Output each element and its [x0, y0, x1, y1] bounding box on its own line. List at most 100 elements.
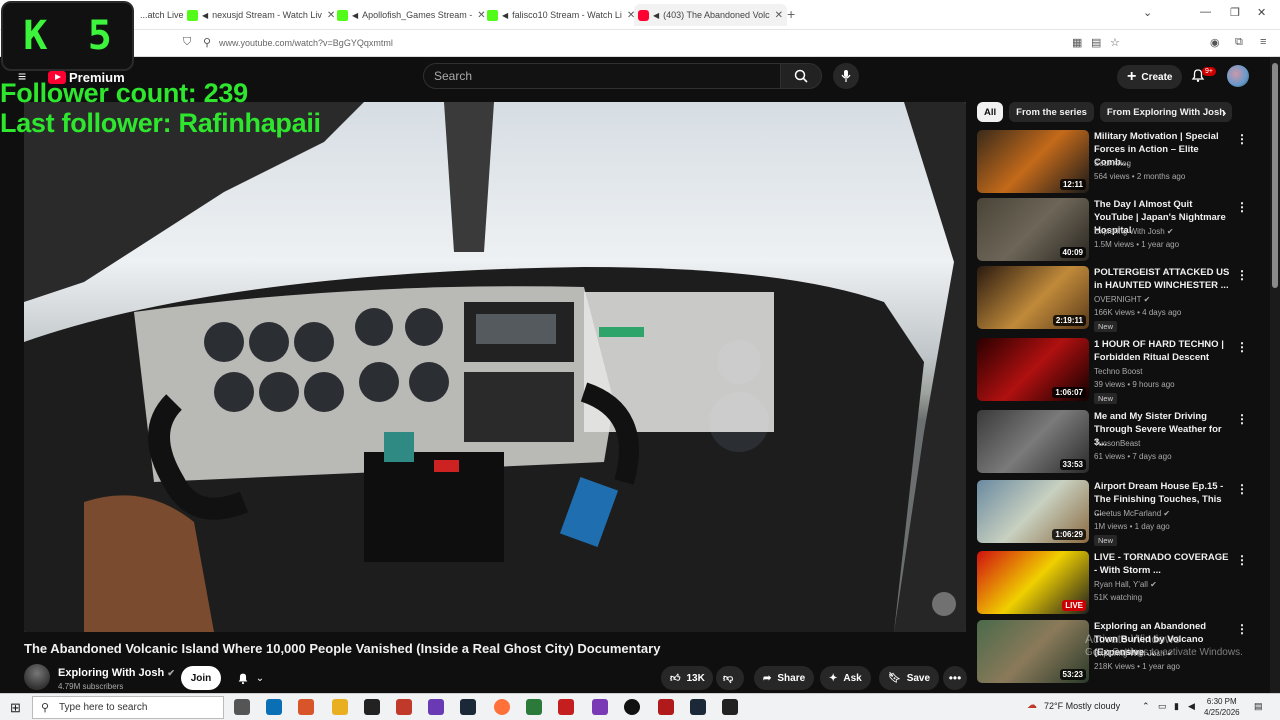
more-vertical-icon[interactable]: ⋮ — [1236, 482, 1248, 496]
browser-tab[interactable]: ◀ falisco10 Stream - Watch Li ✕ — [487, 4, 635, 26]
browser-tab[interactable]: ◀ nexusjd Stream - Watch Liv ✕ — [187, 4, 335, 26]
avatar[interactable] — [1227, 65, 1249, 87]
volume-icon[interactable]: ◀ — [1188, 701, 1195, 712]
recommendation-channel[interactable]: OVERNIGHT ✔ — [1094, 295, 1150, 304]
join-button[interactable]: Join — [181, 666, 221, 690]
chip-from-channel[interactable]: From Exploring With Josh — [1099, 102, 1233, 122]
scrollbar-thumb[interactable] — [1272, 63, 1278, 288]
recommendation-channel[interactable]: Cleetus McFarland ✔ — [1094, 509, 1170, 518]
close-tab-icon[interactable]: ✕ — [775, 10, 783, 21]
recommendation-item[interactable]: 2:19:11 POLTERGEIST ATTACKED US in HAUNTE… — [977, 266, 1248, 332]
taskbar-clock[interactable]: 6:30 PM 4/25/2026 — [1204, 696, 1240, 718]
steam-icon[interactable] — [690, 699, 706, 715]
speaker-icon[interactable]: ◀ — [502, 11, 508, 20]
chip-from-series[interactable]: From the series — [1009, 102, 1094, 122]
epic-games-icon[interactable] — [364, 699, 380, 715]
close-tab-icon[interactable]: ✕ — [477, 10, 485, 21]
video-thumbnail[interactable]: 40:09 — [977, 198, 1089, 261]
recommendation-channel[interactable]: Exploring With Josh ✔ — [1094, 227, 1174, 236]
firefox-icon[interactable] — [494, 699, 510, 715]
recommendation-item[interactable]: 1:06:29 Airport Dream House Ep.15 - The F… — [977, 480, 1248, 546]
app-icon[interactable] — [592, 699, 608, 715]
windows-start-icon[interactable]: ⊞ — [10, 700, 21, 716]
speaker-icon[interactable]: ◀ — [653, 11, 659, 20]
video-thumbnail[interactable]: 2:19:11 — [977, 266, 1089, 329]
account-icon[interactable]: ◉ — [1210, 36, 1220, 49]
app-icon[interactable] — [526, 699, 542, 715]
channel-name[interactable]: Exploring With Josh ✔ — [58, 667, 175, 679]
menu-icon[interactable]: ≡ — [1260, 36, 1266, 48]
browser-tab[interactable]: ◀ Apollofish_Games Stream - ✕ — [337, 4, 486, 26]
recommendation-item[interactable]: 1:06:07 1 HOUR OF HARD TECHNO | Forbidden… — [977, 338, 1248, 404]
file-explorer-icon[interactable] — [332, 699, 348, 715]
app-icon[interactable] — [558, 699, 574, 715]
dislike-button[interactable]: 👎︎ — [716, 666, 744, 690]
channel-watermark[interactable] — [932, 592, 956, 616]
chip-all[interactable]: All — [977, 102, 1004, 122]
recommendation-title[interactable]: POLTERGEIST ATTACKED US in HAUNTED WINCH… — [1094, 266, 1230, 292]
shield-icon[interactable]: ⛉ — [183, 36, 191, 49]
app-icon[interactable] — [298, 699, 314, 715]
channel-avatar[interactable] — [24, 664, 50, 690]
more-vertical-icon[interactable]: ⋮ — [1236, 553, 1248, 567]
steam-icon[interactable] — [460, 699, 476, 715]
close-tab-icon[interactable]: ✕ — [327, 10, 335, 21]
more-actions-button[interactable]: ••• — [943, 666, 967, 690]
obs-icon[interactable] — [624, 699, 640, 715]
extensions-puzzle-icon[interactable]: ⧉ — [1235, 36, 1243, 49]
close-window-icon[interactable]: ✕ — [1257, 6, 1266, 19]
subscription-bell-button[interactable]: ⌄ — [227, 666, 273, 690]
browser-tab-active[interactable]: ◀ (403) The Abandoned Volc ✕ — [634, 4, 787, 26]
weather-text[interactable]: 72°F Mostly cloudy — [1044, 701, 1120, 711]
recommendation-channel[interactable]: TucsonBeast — [1094, 439, 1140, 448]
voice-search-button[interactable] — [833, 63, 859, 89]
like-button[interactable]: 👍︎ 13K — [661, 666, 713, 690]
edge-icon[interactable] — [266, 699, 282, 715]
notification-center-icon[interactable]: ▤ — [1254, 701, 1263, 712]
minimize-icon[interactable]: — — [1200, 6, 1211, 18]
new-tab-icon[interactable]: + — [787, 6, 795, 22]
recommendation-item[interactable]: LIVE LIVE - TORNADO COVERAGE - With Storm… — [977, 551, 1248, 617]
app-icon[interactable] — [722, 699, 738, 715]
recommendation-title[interactable]: LIVE - TORNADO COVERAGE - With Storm ... — [1094, 551, 1230, 577]
battery-icon[interactable]: ▮ — [1174, 701, 1179, 712]
network-icon[interactable]: ▭ — [1158, 701, 1167, 712]
task-view-icon[interactable] — [234, 699, 250, 715]
url-field[interactable]: www.youtube.com/watch?v=BgGYQqxmtml — [219, 38, 393, 48]
app-icon[interactable] — [396, 699, 412, 715]
extension-icon[interactable]: ▦ — [1072, 36, 1082, 49]
chevron-right-icon[interactable]: › — [1222, 105, 1226, 120]
save-button[interactable]: 🔖︎ Save — [879, 666, 940, 690]
recommendation-channel[interactable]: Soul Krieg — [1094, 159, 1131, 168]
more-vertical-icon[interactable]: ⋮ — [1236, 268, 1248, 282]
video-thumbnail[interactable]: 33:53 — [977, 410, 1089, 473]
video-thumbnail[interactable]: LIVE — [977, 551, 1089, 614]
bookmark-star-icon[interactable]: ☆ — [1110, 36, 1120, 49]
tray-overflow-icon[interactable]: ⌃ — [1142, 701, 1150, 712]
recommendation-item[interactable]: 33:53 Me and My Sister Driving Through Se… — [977, 410, 1248, 476]
speaker-icon[interactable]: ◀ — [352, 11, 358, 20]
chevron-down-icon[interactable]: ⌄ — [1143, 6, 1152, 19]
video-thumbnail[interactable]: 1:06:29 — [977, 480, 1089, 543]
video-player[interactable] — [24, 102, 966, 632]
search-button[interactable] — [780, 63, 822, 89]
recommendation-item[interactable]: 40:09 The Day I Almost Quit YouTube | Jap… — [977, 198, 1248, 264]
restore-icon[interactable]: ❐ — [1230, 6, 1240, 19]
recommendation-title[interactable]: 1 HOUR OF HARD TECHNO | Forbidden Ritual… — [1094, 338, 1230, 364]
share-button[interactable]: ➦ Share — [754, 666, 815, 690]
more-vertical-icon[interactable]: ⋮ — [1236, 132, 1248, 146]
video-thumbnail[interactable]: 1:06:07 — [977, 338, 1089, 401]
more-vertical-icon[interactable]: ⋮ — [1236, 340, 1248, 354]
taskbar-search-input[interactable]: ⚲ Type here to search — [32, 696, 224, 719]
search-input[interactable]: Search — [423, 63, 781, 89]
speaker-icon[interactable]: ◀ — [202, 11, 208, 20]
app-icon[interactable] — [428, 699, 444, 715]
recommendation-channel[interactable]: Ryan Hall, Y'all ✔ — [1094, 580, 1157, 589]
recommendation-channel[interactable]: Techno Boost — [1094, 367, 1142, 376]
more-vertical-icon[interactable]: ⋮ — [1236, 412, 1248, 426]
create-button[interactable]: + Create — [1117, 65, 1183, 89]
site-info-icon[interactable]: ⚲ — [203, 36, 211, 49]
recommendation-item[interactable]: 12:11 Military Motivation | Special Force… — [977, 130, 1248, 196]
video-thumbnail[interactable]: 53:23 — [977, 620, 1089, 683]
page-scrollbar[interactable] — [1270, 57, 1280, 693]
